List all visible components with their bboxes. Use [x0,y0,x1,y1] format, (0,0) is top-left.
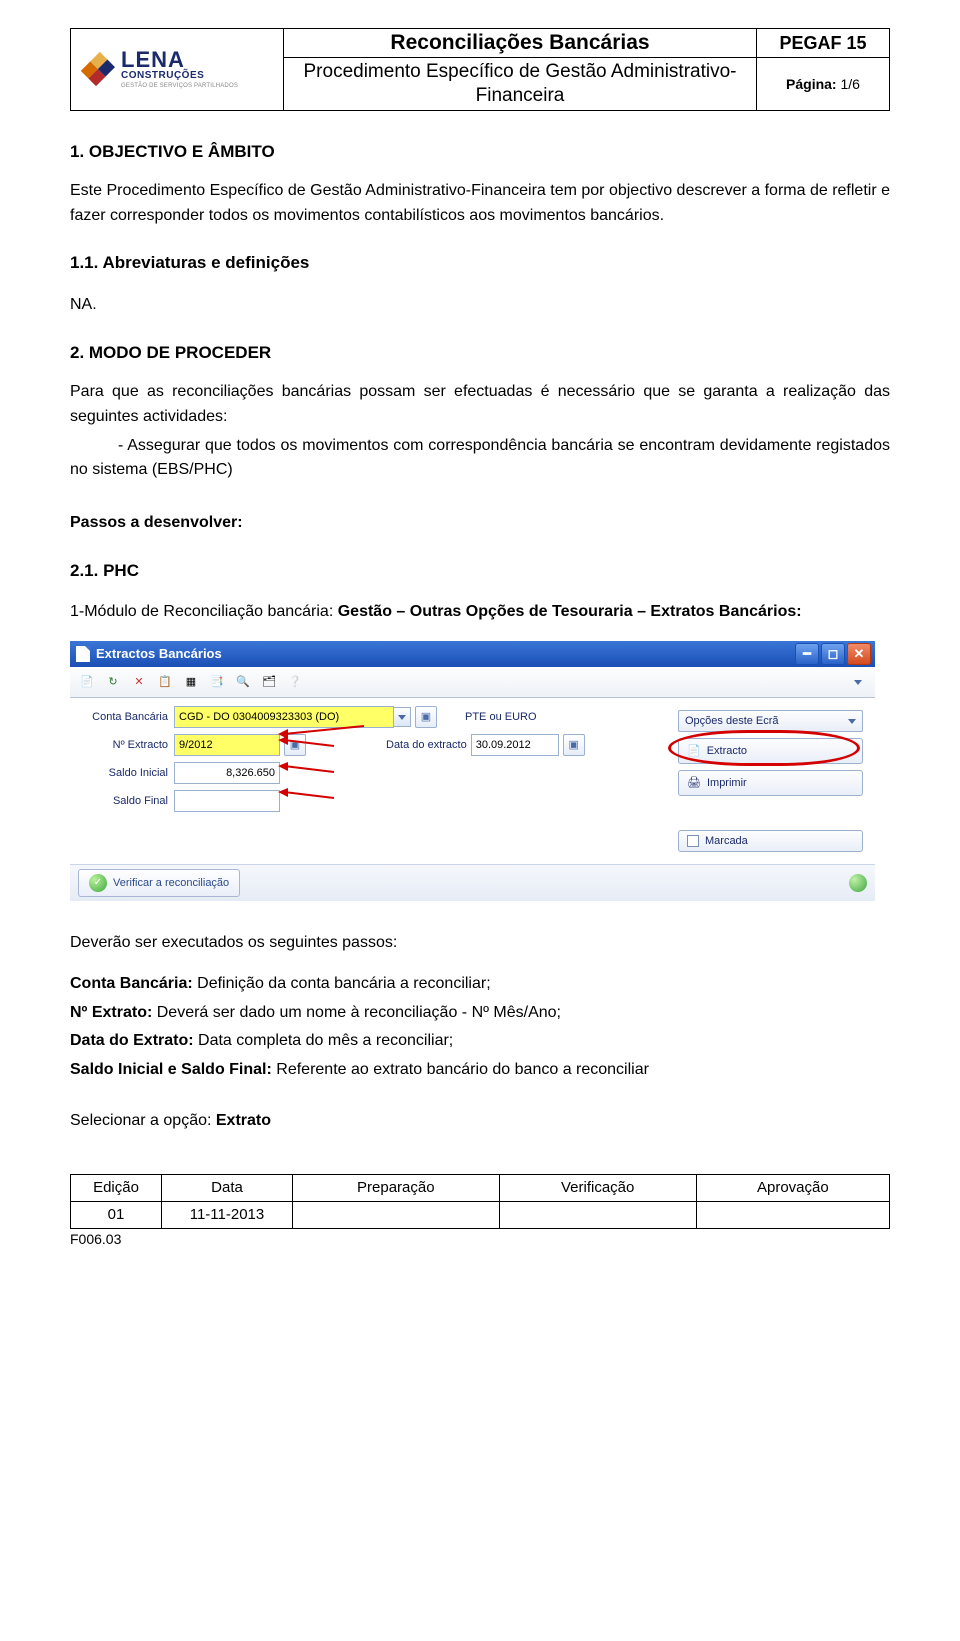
checkbox-icon [687,835,699,847]
lena-logo-icon [77,50,115,88]
saldof-label: Saldo Final [78,793,174,810]
phc-window: Extractos Bancários ━ ◻ ✕ 📄 ↻ ✕ 📋 ▦ 📑 🔍 … [70,641,875,901]
toolbar-delete-icon[interactable]: ✕ [128,671,150,693]
footer-v-edicao: 01 [71,1201,162,1228]
saldof-input[interactable] [174,790,280,812]
document-header: LENA CONSTRUÇÕES GESTÃO DE SERVIÇOS PART… [70,28,890,111]
nextracto-label: Nº Extracto [78,737,174,754]
toolbar-filter-icon[interactable]: 🗂 [258,671,280,693]
conta-input[interactable]: CGD - DO 0304009323303 (DO) [174,706,394,728]
check-icon: ✓ [89,874,107,892]
nextracto-input[interactable]: 9/2012 [174,734,280,756]
footer-v-prep [293,1201,500,1228]
footer-h-data: Data [162,1174,293,1201]
select-line: Selecionar a opção: Extrato [70,1109,890,1134]
imprimir-button[interactable]: 🖨 Imprimir [678,770,863,796]
section-1-1-text: NA. [70,293,890,318]
toolbar-new-icon[interactable]: 📄 [76,671,98,693]
saldoi-input[interactable]: 8,326.650 [174,762,280,784]
footer-h-aprov: Aprovação [696,1174,889,1201]
page-indicator: Página: 1/6 [757,58,890,111]
maximize-button[interactable]: ◻ [821,643,845,665]
footer-h-verif: Verificação [499,1174,696,1201]
logo-cell: LENA CONSTRUÇÕES GESTÃO DE SERVIÇOS PART… [71,29,284,111]
marcada-checkbox[interactable]: Marcada [678,830,863,852]
dataext-label: Data do extracto [386,737,467,754]
logo-sub: CONSTRUÇÕES [121,71,238,81]
conta-lookup-icon[interactable]: ▣ [415,706,437,728]
print-icon: 🖨 [687,775,701,792]
conta-dropdown-icon[interactable] [394,707,411,727]
extracto-icon: 📄 [687,743,701,760]
window-title: Extractos Bancários [96,644,222,664]
doc-code: PEGAF 15 [757,29,890,58]
toolbar-find-icon[interactable]: 🔍 [232,671,254,693]
footer-v-data: 11-11-2013 [162,1201,293,1228]
doc-title-2: Procedimento Específico de Gestão Admini… [284,58,757,111]
options-header[interactable]: Opções deste Ecrã [678,710,863,732]
minimize-button[interactable]: ━ [795,643,819,665]
saldoi-label: Saldo Inicial [78,765,174,782]
module-line: 1-Módulo de Reconciliação bancária: Gest… [70,600,890,625]
toolbar-copy-icon[interactable]: 📋 [154,671,176,693]
footer-v-verif [499,1201,696,1228]
doc-title-1: Reconciliações Bancárias [284,29,757,58]
section-2-bullet: - Assegurar que todos os movimentos com … [70,434,890,484]
dataext-calendar-icon[interactable]: ▣ [563,734,585,756]
footer-code: F006.03 [70,1231,890,1247]
footer-v-aprov [696,1201,889,1228]
toolbar: 📄 ↻ ✕ 📋 ▦ 📑 🔍 🗂 ❔ [70,667,875,698]
after-line-3: Data do Extrato: Data completa do mês a … [70,1029,890,1054]
window-titlebar: Extractos Bancários ━ ◻ ✕ [70,641,875,667]
after-line-2: Nº Extrato: Deverá ser dado um nome à re… [70,1001,890,1026]
logo-tag: GESTÃO DE SERVIÇOS PARTILHADOS [121,83,238,89]
steps-heading: Passos a desenvolver: [70,511,890,536]
toolbar-help-icon[interactable]: ❔ [284,671,306,693]
logo-brand: LENA [121,49,238,71]
dataext-input[interactable]: 30.09.2012 [471,734,559,756]
section-2-text: Para que as reconciliações bancárias pos… [70,380,890,430]
toolbar-refresh-icon[interactable]: ↻ [102,671,124,693]
section-1-1-heading: 1.1. Abreviaturas e definições [70,250,890,276]
footer-h-prep: Preparação [293,1174,500,1201]
section-1-text: Este Procedimento Específico de Gestão A… [70,179,890,229]
pte-label: PTE ou EURO [465,709,537,726]
footer-h-edicao: Edição [71,1174,162,1201]
window-doc-icon [76,646,90,662]
section-1-heading: 1. OBJECTIVO E ÂMBITO [70,139,890,165]
chevron-down-icon [848,719,856,724]
toolbar-list-icon[interactable]: ▦ [180,671,202,693]
toolbar-more-icon[interactable] [847,671,869,693]
conta-label: Conta Bancária [78,709,174,726]
verify-button[interactable]: ✓ Verificar a reconciliação [78,869,240,897]
extracto-button[interactable]: 📄 Extracto [678,738,863,764]
after-line-4: Saldo Inicial e Saldo Final: Referente a… [70,1058,890,1083]
close-button[interactable]: ✕ [847,643,871,665]
nextracto-lookup-icon[interactable]: ▣ [284,734,306,756]
section-2-1-heading: 2.1. PHC [70,558,890,584]
after-intro: Deverão ser executados os seguintes pass… [70,931,890,956]
section-2-heading: 2. MODO DE PROCEDER [70,340,890,366]
toolbar-form-icon[interactable]: 📑 [206,671,228,693]
status-ok-icon [849,874,867,892]
footer-table: Edição Data Preparação Verificação Aprov… [70,1174,890,1229]
after-line-1: Conta Bancária: Definição da conta bancá… [70,972,890,997]
